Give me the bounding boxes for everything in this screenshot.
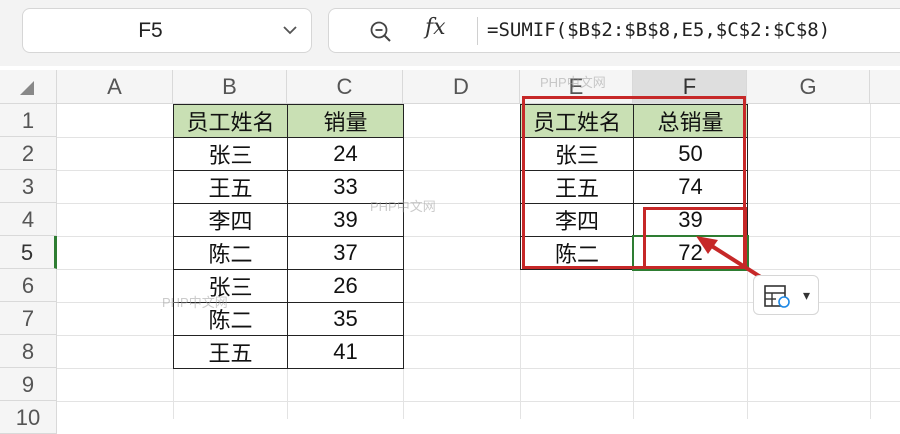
cell-e4[interactable]: 李四 — [520, 203, 634, 237]
cell-c2[interactable]: 24 — [287, 137, 404, 171]
cell-c5[interactable]: 37 — [287, 236, 404, 270]
column-header-d[interactable]: D — [403, 70, 520, 104]
spreadsheet-grid: A B C D E F G 1 2 3 4 5 6 7 8 9 10 员工姓名 … — [0, 70, 900, 434]
cell-f1[interactable]: 总销量 — [633, 104, 748, 138]
row-header-3[interactable]: 3 — [0, 170, 57, 203]
cell-b2[interactable]: 张三 — [173, 137, 288, 171]
cell-f5[interactable]: 72 — [633, 236, 748, 270]
formula-input[interactable]: =SUMIF($B$2:$B$8,E5,$C$2:$C$8) — [487, 9, 830, 52]
cell-e2[interactable]: 张三 — [520, 137, 634, 171]
chevron-down-icon: ▾ — [802, 287, 810, 303]
row-header-5[interactable]: 5 — [0, 236, 57, 269]
zoom-icon[interactable] — [369, 20, 393, 44]
row-header-2[interactable]: 2 — [0, 137, 57, 170]
cell-f3[interactable]: 74 — [633, 170, 748, 204]
cell-b4[interactable]: 李四 — [173, 203, 288, 237]
insert-function-icon[interactable]: fx — [425, 15, 446, 40]
cell-c6[interactable]: 26 — [287, 269, 404, 303]
paste-options-icon — [764, 285, 790, 308]
cell-e3[interactable]: 王五 — [520, 170, 634, 204]
cell-c3[interactable]: 33 — [287, 170, 404, 204]
name-box[interactable]: F5 — [22, 8, 312, 53]
cell-c4[interactable]: 39 — [287, 203, 404, 237]
column-header-b[interactable]: B — [173, 70, 287, 104]
formula-toolbar: F5 fx =SUMIF($B$2:$B$8,E5,$C$2:$C$8) — [0, 0, 900, 66]
cell-f2[interactable]: 50 — [633, 137, 748, 171]
column-header-row: A B C D E F G — [0, 70, 900, 104]
column-header-g[interactable]: G — [747, 70, 870, 104]
column-header-e[interactable]: E — [520, 70, 633, 104]
cell-b6[interactable]: 张三 — [173, 269, 288, 303]
cell-b7[interactable]: 陈二 — [173, 302, 288, 336]
cell-b1[interactable]: 员工姓名 — [173, 104, 288, 138]
cell-b5[interactable]: 陈二 — [173, 236, 288, 270]
select-all-icon — [20, 81, 34, 95]
formula-bar: fx =SUMIF($B$2:$B$8,E5,$C$2:$C$8) — [328, 8, 900, 53]
row-header-8[interactable]: 8 — [0, 335, 57, 368]
gridline — [57, 401, 900, 402]
cell-b8[interactable]: 王五 — [173, 335, 288, 369]
gridline — [870, 104, 871, 419]
select-all-corner[interactable] — [0, 70, 57, 104]
cell-c8[interactable]: 41 — [287, 335, 404, 369]
column-header-a[interactable]: A — [57, 70, 173, 104]
formula-divider — [477, 17, 478, 45]
cell-c7[interactable]: 35 — [287, 302, 404, 336]
column-header-f[interactable]: F — [633, 70, 747, 104]
row-header-10[interactable]: 10 — [0, 401, 57, 434]
cell-f4[interactable]: 39 — [633, 203, 748, 237]
paste-options-button[interactable]: ▾ — [753, 275, 819, 315]
chevron-down-icon[interactable] — [281, 21, 299, 39]
column-header-c[interactable]: C — [287, 70, 403, 104]
name-box-value: F5 — [138, 19, 163, 42]
cell-e1[interactable]: 员工姓名 — [520, 104, 634, 138]
row-header-4[interactable]: 4 — [0, 203, 57, 236]
row-header-1[interactable]: 1 — [0, 104, 57, 137]
cell-e5[interactable]: 陈二 — [520, 236, 634, 270]
cell-c1[interactable]: 销量 — [287, 104, 404, 138]
row-header-6[interactable]: 6 — [0, 269, 57, 302]
cell-b3[interactable]: 王五 — [173, 170, 288, 204]
row-header-7[interactable]: 7 — [0, 302, 57, 335]
row-header-9[interactable]: 9 — [0, 368, 57, 401]
